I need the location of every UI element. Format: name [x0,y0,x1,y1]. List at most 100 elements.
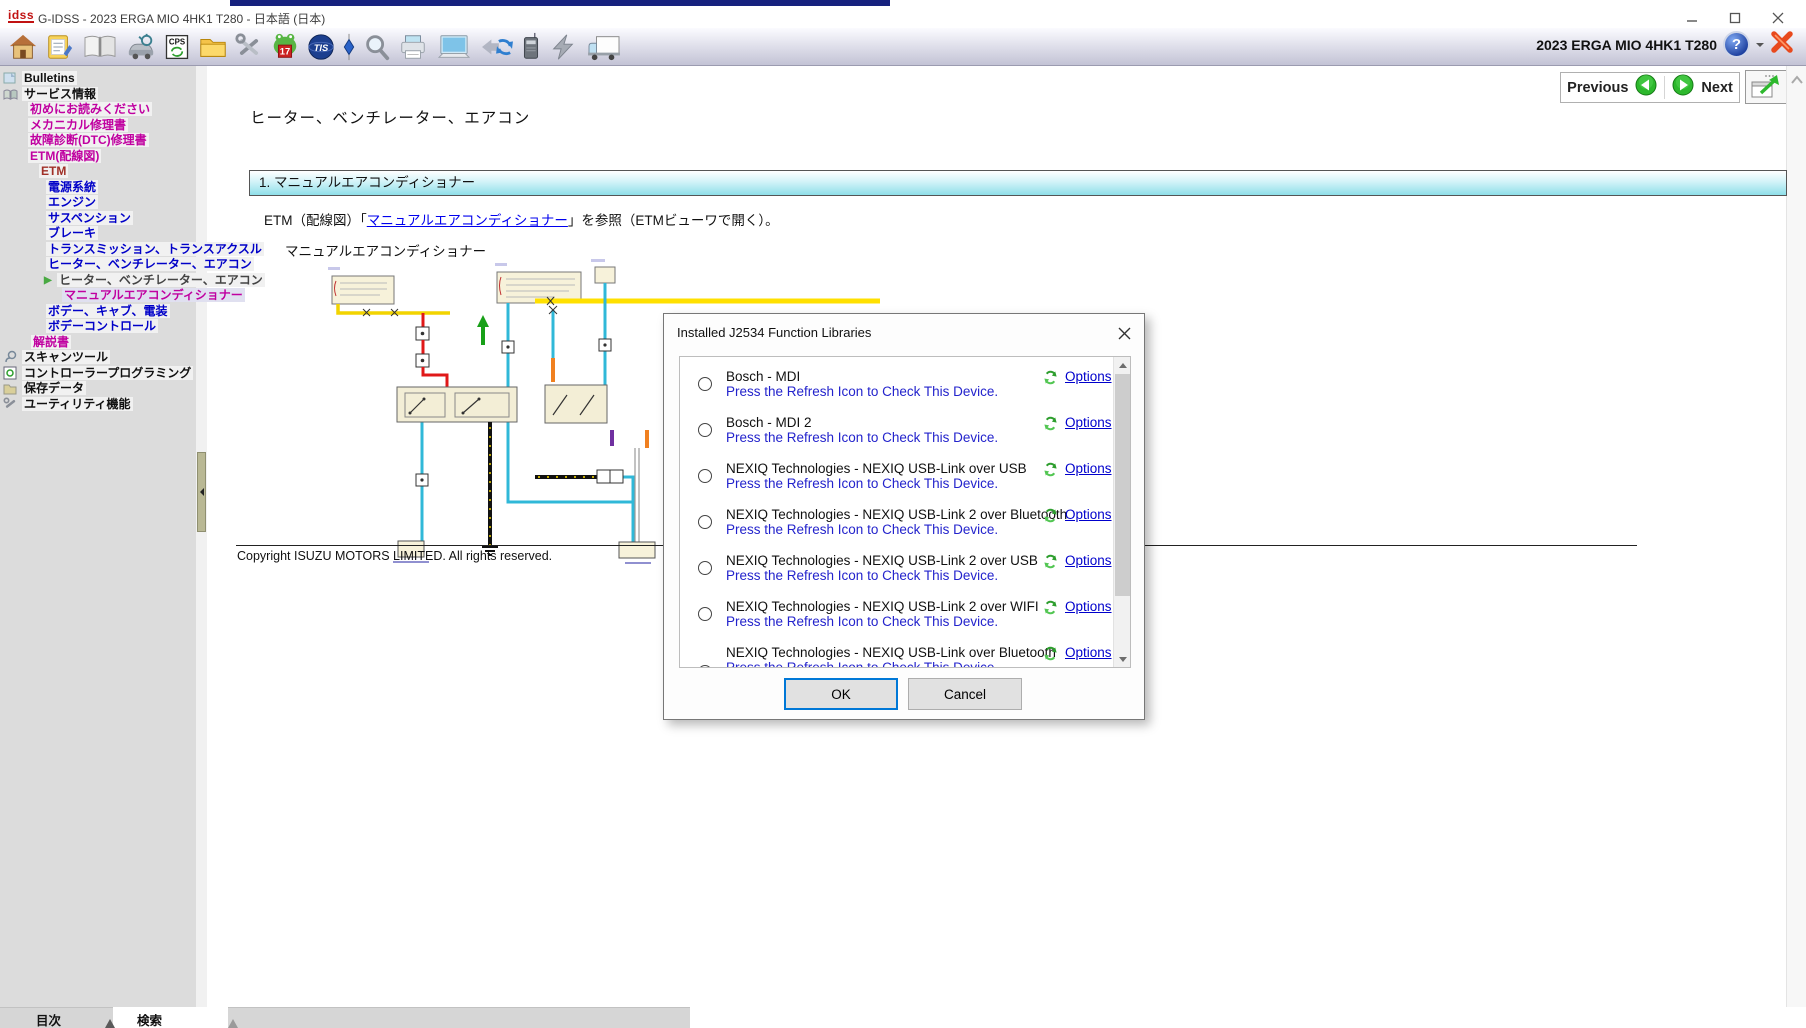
manuals-book-icon[interactable] [78,30,122,64]
sidebar-item-transmission[interactable]: トランスミッション、トランスアクスル [46,242,264,257]
search-icon[interactable] [360,30,394,64]
etm-viewer-link[interactable]: マニュアルエアコンディショナー [367,213,568,228]
pane-splitter-handle[interactable] [197,452,206,532]
sidebar-item-scan-tool[interactable]: スキャンツール [22,350,110,365]
device-row: Bosch - MDI Press the Refresh Icon to Ch… [680,369,1130,413]
connection-icon[interactable] [546,30,580,64]
device-status: Press the Refresh Icon to Check This Dev… [726,660,998,668]
sidebar-item-engine[interactable]: エンジン [46,195,98,210]
device-radio[interactable] [698,515,712,529]
list-scroll-down-icon[interactable] [1114,651,1131,667]
device-list-scrollbar[interactable] [1113,357,1130,667]
options-link[interactable]: Options [1065,415,1112,430]
sidebar-item-etm-wiring[interactable]: ETM(配線図) [28,149,101,164]
sidebar-item-brake[interactable]: ブレーキ [46,226,98,241]
folder-icon[interactable] [196,30,230,64]
refresh-icon[interactable] [1043,508,1058,528]
dialog-close-button[interactable] [1114,323,1134,343]
device-radio[interactable] [698,665,712,668]
maximize-button[interactable] [1721,9,1749,26]
tab-search-background[interactable] [113,1007,228,1028]
options-link[interactable]: Options [1065,645,1112,660]
dialog-close-icon [1118,327,1131,340]
device-list: Bosch - MDI Press the Refresh Icon to Ch… [679,356,1131,668]
home-icon[interactable] [6,30,40,64]
device-row: NEXIQ Technologies - NEXIQ USB-Link 2 ov… [680,507,1130,551]
refresh-icon[interactable] [1043,646,1058,666]
open-new-window-button[interactable] [1745,70,1787,104]
tab-search[interactable]: 検索 [137,1010,162,1028]
sidebar-item-body-control[interactable]: ボデーコントロール [46,319,158,334]
next-button[interactable]: Next [1701,80,1732,96]
sidebar-item-body-cab-electrical[interactable]: ボデー、キャブ、電装 [46,304,170,319]
device-radio[interactable] [698,423,712,437]
minimize-button[interactable] [1678,9,1706,26]
sidebar-item-controller-programming[interactable]: コントローラープログラミング [22,366,193,381]
next-icon[interactable] [1672,74,1694,101]
sidebar-item-mechanical-manual[interactable]: メカニカル修理書 [28,118,128,133]
close-window-button[interactable] [1764,9,1792,26]
pointer-divider-icon[interactable] [340,30,358,64]
sidebar-item-dtc-manual[interactable]: 故障診断(DTC)修理書 [28,133,149,148]
list-scroll-up-icon[interactable] [1114,357,1131,373]
comm-device-icon[interactable] [518,30,544,64]
refresh-icon[interactable] [1043,600,1058,620]
sidebar-item-service-info[interactable]: サービス情報 [22,87,98,102]
previous-icon[interactable] [1635,74,1657,101]
service-notes-icon[interactable] [42,30,76,64]
utility-icon [3,397,18,412]
tab-toc[interactable]: 目次 [36,1010,61,1028]
sidebar-item-readme-first[interactable]: 初めにお読みください [28,102,152,117]
device-radio[interactable] [698,561,712,575]
sync-icon[interactable] [478,30,516,64]
tis-icon[interactable]: TIS [304,30,338,64]
device-name: Bosch - MDI [726,369,800,384]
frog-counter-icon[interactable]: 17 [268,30,302,64]
refresh-icon[interactable] [1043,370,1058,390]
sidebar-item-hvac-child[interactable]: ▶ヒーター、ベンチレーター、エアコン [57,273,265,288]
sidebar-item-power-supply[interactable]: 電源系統 [46,180,98,195]
device-radio[interactable] [698,607,712,621]
refresh-icon[interactable] [1043,554,1058,574]
app-logo: idss [8,9,34,23]
sidebar-item-etm[interactable]: ETM [39,164,68,179]
options-link[interactable]: Options [1065,553,1112,568]
monitor-icon[interactable] [432,30,476,64]
options-link[interactable]: Options [1065,461,1112,476]
truck-icon[interactable] [582,30,626,64]
cancel-button[interactable]: Cancel [908,678,1022,710]
sidebar-item-saved-data[interactable]: 保存データ [22,381,86,396]
refresh-icon[interactable] [1043,416,1058,436]
toolbar-right-cluster: 2023 ERGA MIO 4HK1 T280 ? [1536,30,1794,59]
sidebar-item-explanation-manual[interactable]: 解説書 [31,335,71,350]
controller-programming-icon [3,366,18,381]
help-dropdown-caret-icon[interactable] [1756,43,1764,51]
bottom-tab-bar [0,1007,690,1028]
close-icon [1772,12,1784,24]
list-scroll-thumb[interactable] [1115,374,1130,596]
options-link[interactable]: Options [1065,369,1112,384]
print-icon[interactable] [396,30,430,64]
previous-button[interactable]: Previous [1567,80,1628,96]
options-link[interactable]: Options [1065,507,1112,522]
device-status: Press the Refresh Icon to Check This Dev… [726,614,998,629]
reference-prefix: ETM（配線図）「 [264,213,367,228]
content-scrollbar[interactable] [1786,66,1806,1007]
help-button[interactable]: ? [1723,31,1750,58]
sidebar-item-suspension[interactable]: サスペンション [46,211,133,226]
sidebar-item-bulletins[interactable]: Bulletins [22,71,77,86]
sidebar-item-hvac[interactable]: ヒーター、ベンチレーター、エアコン [46,257,254,272]
ok-button[interactable]: OK [784,678,898,710]
device-radio[interactable] [698,469,712,483]
vehicle-label: 2023 ERGA MIO 4HK1 T280 [1536,37,1717,53]
vehicle-diagnostics-icon[interactable] [124,30,158,64]
cps-icon[interactable]: CPS [160,30,194,64]
device-radio[interactable] [698,377,712,391]
exit-session-button[interactable] [1770,30,1794,59]
tools-icon[interactable] [232,30,266,64]
options-link[interactable]: Options [1065,599,1112,614]
sidebar-item-manual-air-conditioner[interactable]: マニュアルエアコンディショナー [62,288,245,303]
sidebar-item-utility[interactable]: ユーティリティ機能 [22,397,133,412]
device-name: NEXIQ Technologies - NEXIQ USB-Link 2 ov… [726,507,1067,522]
refresh-icon[interactable] [1043,462,1058,482]
